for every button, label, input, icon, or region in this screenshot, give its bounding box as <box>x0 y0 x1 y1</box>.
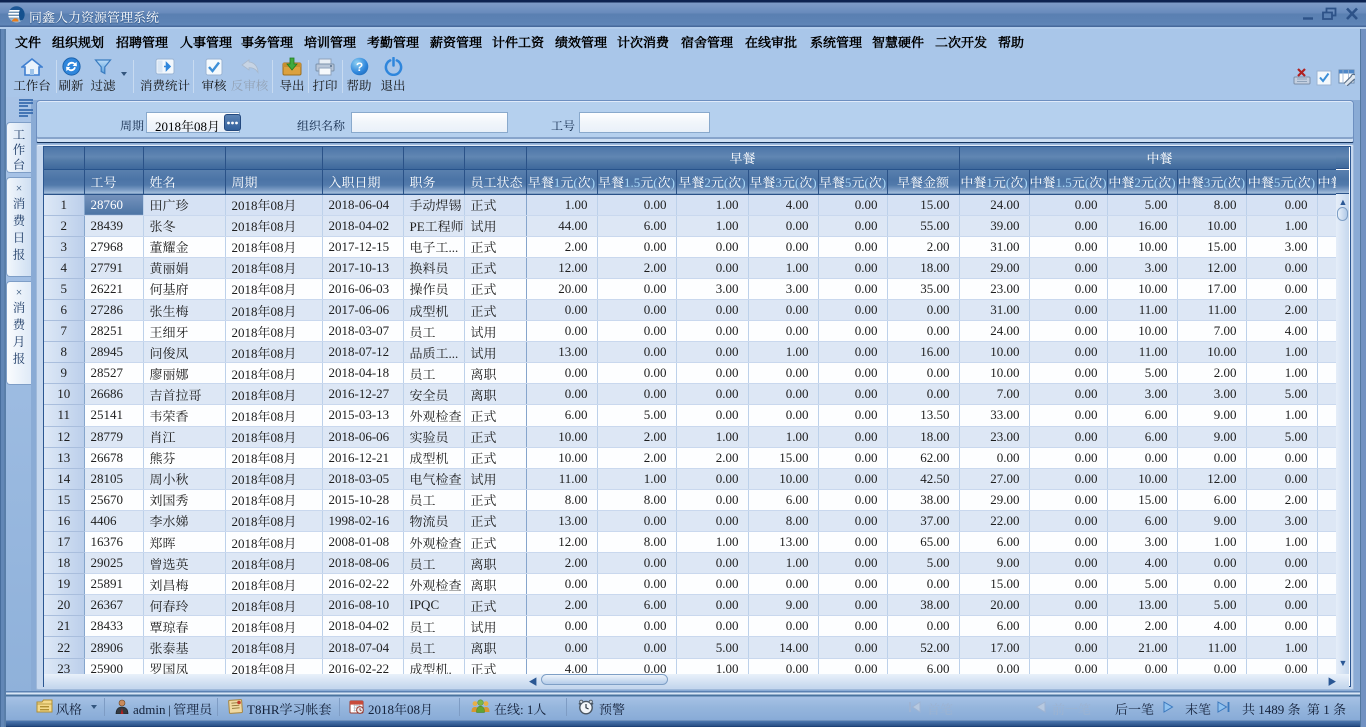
svg-text:?: ? <box>355 60 362 74</box>
